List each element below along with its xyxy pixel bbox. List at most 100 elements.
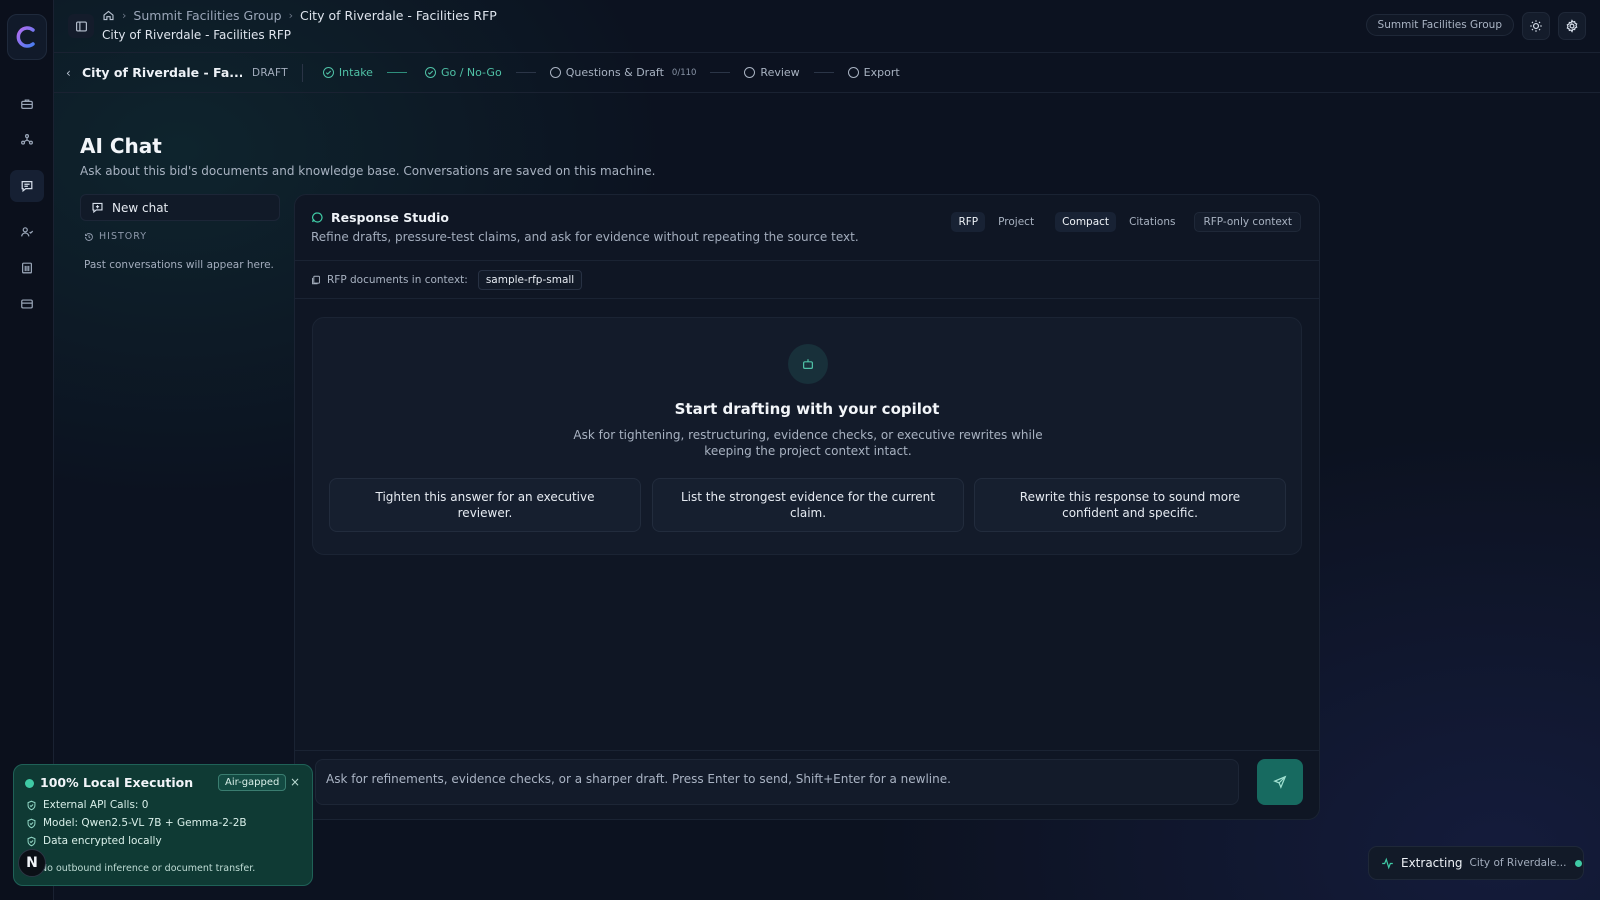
status-dot — [25, 779, 34, 788]
rail-item-network[interactable] — [10, 124, 44, 156]
tab-rfp-only-context[interactable]: RFP-only context — [1194, 212, 1301, 232]
status-badge: DRAFT — [252, 63, 303, 82]
step-label: Review — [760, 66, 800, 79]
sun-icon — [1530, 20, 1542, 32]
local-execution-line-text: External API Calls: 0 — [43, 799, 149, 811]
history-icon — [85, 232, 93, 241]
shield-check-icon — [27, 836, 36, 846]
documents-icon — [312, 275, 320, 284]
close-icon[interactable]: × — [290, 775, 300, 789]
app-logo[interactable] — [7, 14, 47, 60]
status-dot — [1575, 859, 1583, 867]
bot-icon — [788, 344, 828, 384]
step-connector — [515, 72, 536, 73]
studio-title-text: Response Studio — [331, 210, 449, 225]
extracting-target: City of Riverdale... — [1469, 857, 1567, 869]
studio-tabs: RFP Project Compact Citations RFP-only c… — [951, 212, 1301, 232]
page-title: AI Chat — [80, 134, 162, 158]
step-questions-draft[interactable]: Questions & Draft 0/110 — [549, 66, 697, 79]
new-chat-label: New chat — [112, 200, 169, 215]
history-heading-label: HISTORY — [99, 231, 148, 242]
step-label: Intake — [338, 66, 373, 79]
new-chat-button[interactable]: New chat — [80, 194, 280, 221]
suggestion-button-tighten[interactable]: Tighten this answer for an executive rev… — [329, 478, 641, 532]
empty-state-description: Ask for tightening, restructuring, evide… — [573, 428, 1043, 458]
shield-check-icon — [27, 800, 36, 810]
circle-icon — [549, 67, 561, 78]
org-switcher[interactable]: Summit Facilities Group — [1365, 14, 1514, 36]
tab-compact[interactable]: Compact — [1055, 212, 1117, 232]
tab-rfp[interactable]: RFP — [951, 212, 986, 232]
building-icon — [22, 262, 32, 274]
back-chevron-icon[interactable]: ‹ — [66, 66, 80, 80]
rail-item-card[interactable] — [10, 288, 44, 320]
send-icon — [1273, 775, 1287, 789]
studio-header: Response Studio Refine drafts, pressure-… — [295, 195, 1319, 261]
step-connector — [813, 72, 834, 73]
empty-state-card: Start drafting with your copilot Ask for… — [312, 317, 1302, 555]
chevron-right-icon: › — [122, 9, 127, 22]
breadcrumb-current: City of Riverdale - Facilities RFP — [299, 8, 497, 23]
sidebar-toggle-icon — [75, 20, 87, 32]
activity-icon — [1382, 857, 1393, 869]
page-description: Ask about this bid's documents and knowl… — [80, 164, 656, 178]
response-studio-panel: Response Studio Refine drafts, pressure-… — [294, 194, 1320, 820]
sidebar-toggle-button[interactable] — [68, 14, 94, 38]
local-execution-card: 100% Local Execution Air-gapped × Extern… — [13, 764, 313, 886]
card-icon — [21, 299, 33, 309]
step-count: 0/110 — [671, 67, 697, 78]
settings-button[interactable] — [1558, 12, 1586, 40]
check-circle-icon — [424, 67, 436, 78]
extracting-toast[interactable]: Extracting City of Riverdale... — [1368, 846, 1584, 880]
suggestion-button-evidence[interactable]: List the strongest evidence for the curr… — [652, 478, 964, 532]
message-circle-icon — [312, 212, 323, 223]
top-header: › Summit Facilities Group › City of Rive… — [54, 0, 1600, 53]
tab-project[interactable]: Project — [991, 212, 1041, 232]
users-icon — [21, 227, 34, 237]
step-intake[interactable]: Intake — [322, 66, 373, 79]
extracting-label: Extracting — [1401, 856, 1463, 870]
suggestion-button-rewrite[interactable]: Rewrite this response to sound more conf… — [974, 478, 1286, 532]
step-review[interactable]: Review — [744, 66, 800, 79]
composer-zone: Ask for refinements, evidence checks, or… — [295, 750, 1319, 819]
avatar[interactable]: N — [18, 849, 46, 877]
send-button[interactable] — [1257, 759, 1303, 805]
local-execution-title: 100% Local Execution — [40, 775, 194, 790]
step-label: Go / No-Go — [440, 66, 502, 79]
message-input[interactable]: Ask for refinements, evidence checks, or… — [315, 759, 1239, 805]
empty-state-title: Start drafting with your copilot — [674, 400, 940, 418]
local-execution-line-text: Data encrypted locally — [43, 835, 162, 847]
history-heading: HISTORY — [84, 231, 147, 242]
local-execution-line-text: Model: Qwen2.5-VL 7B + Gemma-2-2B — [43, 817, 247, 829]
header-subtitle: City of Riverdale - Facilities RFP — [102, 28, 291, 42]
rail-item-chat[interactable] — [10, 170, 44, 202]
history-empty-state: Past conversations will appear here. — [84, 259, 274, 271]
local-execution-line: External API Calls: 0 — [26, 799, 148, 811]
check-circle-icon — [322, 67, 334, 78]
tab-citations[interactable]: Citations — [1122, 212, 1182, 232]
breadcrumb: › Summit Facilities Group › City of Rive… — [102, 8, 497, 23]
step-connector — [710, 72, 731, 73]
circle-icon — [744, 67, 756, 78]
context-doc-chip[interactable]: sample-rfp-small — [477, 269, 583, 290]
network-icon — [21, 134, 33, 145]
home-icon[interactable] — [102, 9, 115, 22]
context-row: RFP documents in context: sample-rfp-sma… — [295, 261, 1319, 299]
gear-icon — [1566, 19, 1578, 33]
logo-icon — [16, 26, 35, 48]
rail-item-users[interactable] — [10, 216, 44, 248]
shield-check-icon — [27, 818, 36, 828]
step-connector — [386, 72, 407, 73]
bid-title: City of Riverdale - Fa... — [82, 65, 242, 80]
context-label: RFP documents in context: — [327, 273, 468, 286]
breadcrumb-org[interactable]: Summit Facilities Group — [133, 8, 281, 23]
theme-toggle-button[interactable] — [1522, 12, 1550, 40]
step-go-no-go[interactable]: Go / No-Go — [424, 66, 502, 79]
local-execution-line: Model: Qwen2.5-VL 7B + Gemma-2-2B — [26, 817, 247, 829]
briefcase-icon — [21, 99, 33, 109]
rail-item-briefcase[interactable] — [10, 88, 44, 120]
step-label: Export — [863, 66, 900, 79]
step-export[interactable]: Export — [847, 66, 900, 79]
studio-description: Refine drafts, pressure-test claims, and… — [311, 230, 859, 244]
rail-item-building[interactable] — [10, 252, 44, 284]
